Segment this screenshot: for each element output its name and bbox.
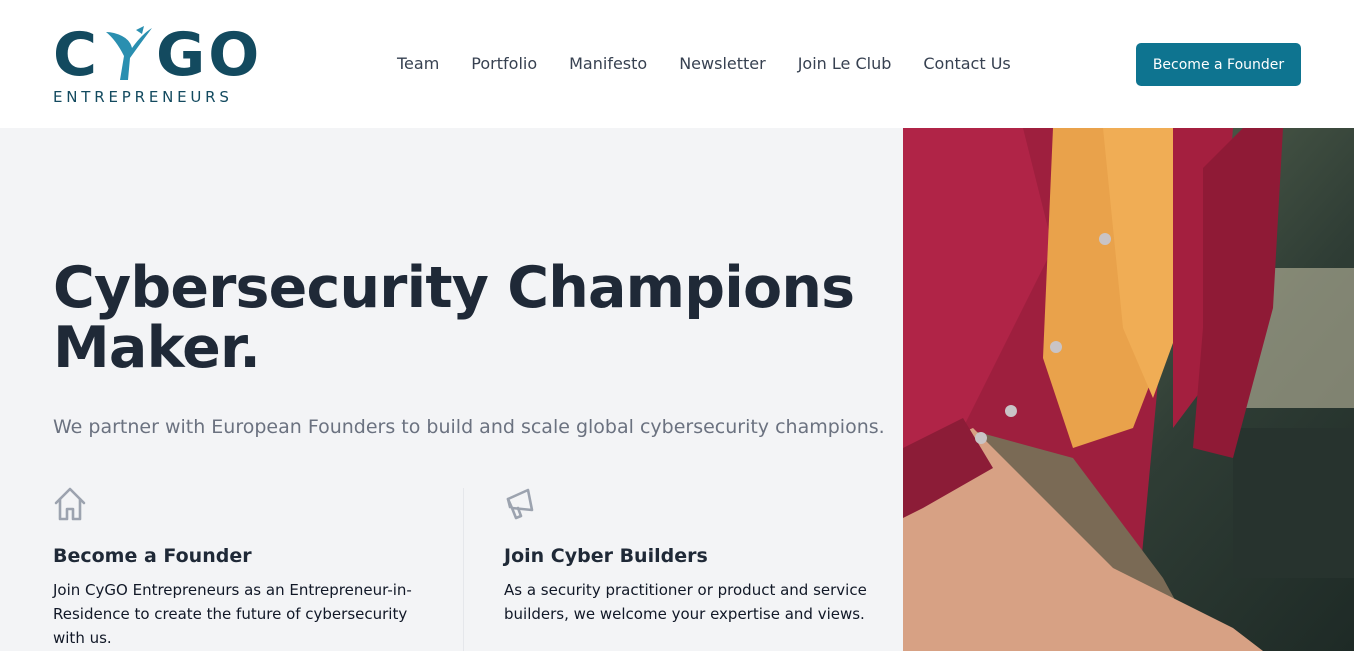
founder-photo-illustration	[903, 128, 1354, 651]
feature-divider	[463, 488, 464, 651]
become-founder-button[interactable]: Become a Founder	[1136, 43, 1301, 86]
feature-join-cyber-builders: Join Cyber Builders As a security practi…	[504, 486, 884, 626]
hero-photo	[903, 128, 1354, 651]
feature-text: Join CyGO Entrepreneurs as an Entreprene…	[53, 581, 412, 647]
home-icon	[54, 487, 86, 521]
bird-y-icon	[106, 26, 153, 80]
nav-newsletter[interactable]: Newsletter	[679, 52, 766, 76]
nav-contact-us[interactable]: Contact Us	[923, 52, 1010, 76]
hero-title: Cybersecurity Champions Maker.	[53, 255, 855, 381]
feature-title: Become a Founder	[53, 545, 252, 567]
logo-letter-c: C	[53, 20, 101, 90]
feature-title: Join Cyber Builders	[504, 545, 708, 567]
logo-letters-go: GO	[156, 20, 263, 90]
feature-become-founder: Become a Founder Join CyGO Entrepreneurs…	[53, 486, 433, 650]
site-header: C GO ENTREPRENEURS Team Portfolio Manife…	[0, 0, 1366, 128]
nav-team[interactable]: Team	[397, 52, 439, 76]
nav-join-le-club[interactable]: Join Le Club	[798, 52, 892, 76]
nav-portfolio[interactable]: Portfolio	[471, 52, 537, 76]
hero-subtitle: We partner with European Founders to bui…	[53, 416, 885, 438]
nav-manifesto[interactable]: Manifesto	[569, 52, 647, 76]
feature-text: As a security practitioner or product an…	[504, 581, 867, 623]
main-nav: Team Portfolio Manifesto Newsletter Join…	[397, 52, 1011, 76]
megaphone-icon	[506, 488, 534, 520]
hero-section: Cybersecurity Champions Maker. We partne…	[0, 128, 903, 651]
logo-wordmark: C GO	[53, 24, 262, 86]
cygo-logo[interactable]: C GO ENTREPRENEURS	[53, 24, 275, 108]
logo-tagline: ENTREPRENEURS	[53, 88, 233, 106]
